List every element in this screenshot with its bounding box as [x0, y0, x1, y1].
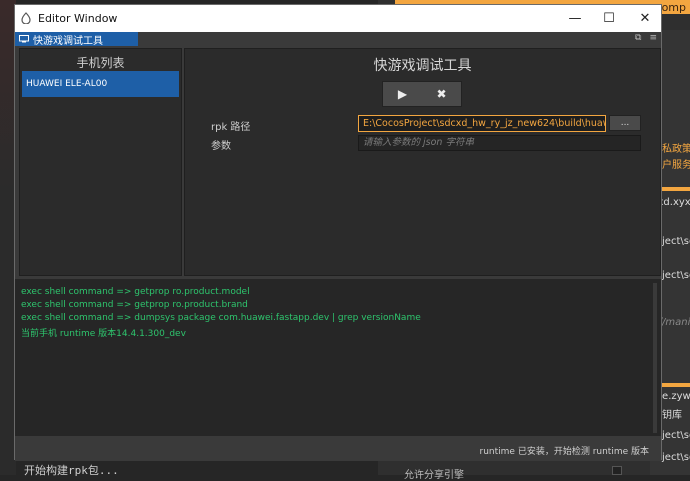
close-button[interactable]: ✕: [628, 5, 662, 32]
stop-icon: ✖: [436, 87, 447, 101]
app-icon: [21, 12, 31, 24]
run-controls: ▶ ✖: [382, 81, 462, 107]
log-line: exec shell command => getprop ro.product…: [21, 300, 248, 310]
log-scrollbar[interactable]: [653, 283, 657, 433]
tab-fastgame-debug[interactable]: 快游戏调试工具: [15, 32, 138, 47]
browse-button[interactable]: ...: [609, 115, 641, 131]
device-list-item[interactable]: HUAWEI ELE-AL00: [22, 71, 179, 97]
undock-icon[interactable]: ⧉: [635, 33, 641, 43]
maximize-button[interactable]: ☐: [592, 5, 626, 32]
background-share-engine-label: 允许分享引擎: [404, 470, 464, 481]
device-list-header: 手机列表: [76, 56, 125, 70]
param-label: 参数: [211, 141, 231, 152]
title-bar[interactable]: Editor Window — ☐ ✕: [15, 5, 661, 32]
rpk-path-label: rpk 路径: [211, 122, 251, 133]
status-bar: runtime 已安装，开始检测 runtime 版本: [15, 438, 661, 460]
tab-label: 快游戏调试工具: [33, 35, 103, 47]
rpk-path-input[interactable]: E:\CocosProject\sdcxd_hw_ry_jz_new624\bu…: [358, 115, 606, 132]
play-icon: ▶: [397, 87, 408, 101]
tab-actions: ⧉ ≡: [635, 33, 657, 43]
log-line: exec shell command => getprop ro.product…: [21, 287, 250, 297]
monitor-icon: [19, 35, 29, 43]
background-share-engine-checkbox[interactable]: [612, 466, 622, 475]
status-text: runtime 已安装，开始检测 runtime 版本: [479, 447, 649, 457]
panel-content: 手机列表 HUAWEI ELE-AL00 快游戏调试工具 ▶ ✖ rpk 路径 …: [15, 46, 661, 461]
log-line: 当前手机 runtime 版本14.4.1.300_dev: [21, 329, 186, 339]
param-input[interactable]: 请输入参数的 json 字符串: [358, 135, 641, 151]
tab-bar: 快游戏调试工具 ⧉ ≡: [15, 32, 661, 47]
device-list-panel: 手机列表 HUAWEI ELE-AL00: [19, 48, 182, 276]
menu-icon[interactable]: ≡: [649, 33, 657, 43]
debug-tool-panel: 快游戏调试工具 ▶ ✖ rpk 路径 E:\CocosProject\sdcxd…: [184, 48, 661, 276]
log-panel: exec shell command => getprop ro.product…: [15, 279, 661, 436]
log-line: exec shell command => dumpsys package co…: [21, 313, 421, 323]
stop-button[interactable]: ✖: [422, 82, 461, 106]
play-button[interactable]: ▶: [383, 82, 422, 106]
window-title: Editor Window: [38, 12, 118, 25]
minimize-button[interactable]: —: [558, 5, 592, 32]
editor-window: Editor Window — ☐ ✕ 快游戏调试工具 ⧉ ≡ 手机列表 HUA…: [14, 4, 662, 461]
tool-title: 快游戏调试工具: [373, 58, 472, 74]
background-console-line: 开始构建rpk包...: [24, 464, 119, 477]
